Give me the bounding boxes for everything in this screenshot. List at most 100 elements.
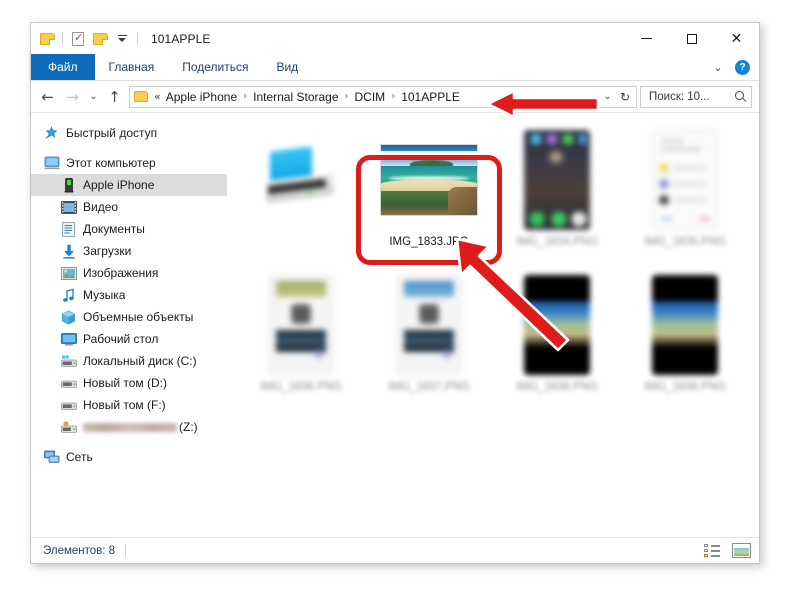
- quick-access-toolbar[interactable]: [36, 28, 142, 50]
- sidebar-item-apple-iphone[interactable]: Apple iPhone: [31, 174, 227, 196]
- breadcrumb-overflow[interactable]: «: [153, 90, 165, 103]
- maximize-button[interactable]: [669, 23, 714, 54]
- minimize-button[interactable]: [624, 23, 669, 54]
- tab-file[interactable]: Файл: [31, 54, 95, 80]
- sidebar-label: Рабочий стол: [83, 332, 159, 346]
- file-item[interactable]: IMG_1835.PNG: [621, 125, 749, 270]
- breadcrumb-separator-3[interactable]: ›: [386, 91, 400, 102]
- refresh-icon[interactable]: ↻: [617, 90, 633, 104]
- sidebar-item-new-volume-f[interactable]: Новый том (F:): [31, 394, 227, 416]
- sidebar-label: Локальный диск (C:): [83, 354, 197, 368]
- file-thumbnail: [493, 274, 621, 376]
- drive-icon: [60, 375, 77, 391]
- 3d-objects-icon: [60, 309, 77, 325]
- sidebar-label: Этот компьютер: [66, 156, 156, 170]
- pin-star-icon: [43, 125, 60, 141]
- up-button[interactable]: ↑: [102, 85, 127, 109]
- window-controls[interactable]: ✕: [624, 23, 759, 54]
- status-divider: [125, 544, 127, 557]
- sidebar-label: (Z:): [179, 420, 198, 434]
- redacted-drive-label: [83, 422, 177, 432]
- folder-icon[interactable]: [36, 28, 58, 50]
- sidebar-item-downloads[interactable]: Загрузки: [31, 240, 227, 262]
- sidebar-label: Объемные объекты: [83, 310, 194, 324]
- search-box[interactable]: Поиск: 10...: [640, 85, 752, 108]
- desktop-icon: [60, 331, 77, 347]
- title-bar: 101APPLE ✕: [31, 23, 759, 54]
- sidebar-item-local-disk-c[interactable]: Локальный диск (C:): [31, 350, 227, 372]
- search-icon[interactable]: [735, 91, 746, 102]
- sidebar-label: Сеть: [66, 450, 93, 464]
- sidebar-item-desktop[interactable]: Рабочий стол: [31, 328, 227, 350]
- sidebar-label: Apple iPhone: [83, 178, 155, 192]
- sidebar-item-quick-access[interactable]: Быстрый доступ: [31, 122, 227, 144]
- ribbon-right-controls: ⌄ ?: [710, 54, 755, 81]
- music-icon: [60, 287, 77, 303]
- sidebar-item-network-drive-z[interactable]: (Z:): [31, 416, 227, 438]
- sidebar-item-pictures[interactable]: Изображения: [31, 262, 227, 284]
- chevron-down-icon[interactable]: ⌄: [710, 61, 726, 74]
- file-item[interactable]: IMG_1837.PNG: [365, 270, 493, 415]
- address-bar[interactable]: « Apple iPhone › Internal Storage › DCIM…: [129, 85, 637, 108]
- sidebar-item-3d-objects[interactable]: Объемные объекты: [31, 306, 227, 328]
- sidebar-item-network[interactable]: Сеть: [31, 446, 227, 468]
- file-thumbnail: [365, 129, 493, 231]
- tab-home[interactable]: Главная: [95, 54, 169, 80]
- sidebar-item-music[interactable]: Музыка: [31, 284, 227, 306]
- navigation-pane: Быстрый доступ Этот компьютер Apple iPho…: [31, 113, 227, 537]
- breadcrumb-item-apple-iphone[interactable]: Apple iPhone: [165, 90, 238, 104]
- breadcrumb[interactable]: « Apple iPhone › Internal Storage › DCIM…: [153, 90, 461, 104]
- close-button[interactable]: ✕: [714, 23, 759, 54]
- address-bar-controls: ⌄ ↻: [600, 90, 633, 104]
- item-count-label: Элементов: 8: [43, 544, 116, 557]
- file-thumbnail: [493, 129, 621, 231]
- breadcrumb-separator-1[interactable]: ›: [238, 91, 252, 102]
- file-thumbnail: [237, 129, 365, 231]
- video-icon: [60, 199, 77, 215]
- sidebar-label: Загрузки: [83, 244, 132, 258]
- breadcrumb-item-internal-storage[interactable]: Internal Storage: [252, 90, 339, 104]
- help-icon[interactable]: ?: [735, 60, 750, 75]
- network-drive-icon: [60, 419, 77, 435]
- properties-icon[interactable]: [67, 28, 89, 50]
- sidebar-gap-1: [31, 144, 227, 152]
- breadcrumb-item-dcim[interactable]: DCIM: [354, 90, 387, 104]
- file-item[interactable]: IMG_1838.PNG: [493, 270, 621, 415]
- window-title: 101APPLE: [151, 31, 211, 46]
- file-name: IMG_1837.PNG: [388, 381, 470, 393]
- address-dropdown-icon[interactable]: ⌄: [600, 91, 615, 102]
- file-name: IMG_1839.PNG: [644, 381, 726, 393]
- tab-view[interactable]: Вид: [262, 54, 312, 80]
- file-item[interactable]: IMG_1834.PNG: [493, 125, 621, 270]
- qat-divider-2: [137, 32, 138, 45]
- file-item[interactable]: IMG_1839.PNG: [621, 270, 749, 415]
- breadcrumb-separator-2[interactable]: ›: [340, 91, 354, 102]
- file-item[interactable]: [237, 125, 365, 270]
- view-toggle-buttons[interactable]: [702, 542, 751, 559]
- file-list-pane[interactable]: IMG_1833.JPG IMG_1834.PNG IMG_1835.PNG I…: [227, 113, 759, 537]
- new-folder-icon[interactable]: [89, 28, 111, 50]
- file-name: IMG_1833.JPG: [389, 236, 469, 248]
- sidebar-item-documents[interactable]: Документы: [31, 218, 227, 240]
- recent-locations-icon[interactable]: ⌄: [85, 85, 102, 109]
- device-icon: [264, 146, 338, 211]
- qat-divider: [62, 32, 63, 45]
- file-item-img-1833[interactable]: IMG_1833.JPG: [365, 125, 493, 270]
- sidebar-item-video[interactable]: Видео: [31, 196, 227, 218]
- back-button[interactable]: ←: [35, 85, 60, 109]
- sidebar-label: Документы: [83, 222, 145, 236]
- breadcrumb-item-101apple[interactable]: 101APPLE: [400, 90, 461, 104]
- sidebar-item-this-pc[interactable]: Этот компьютер: [31, 152, 227, 174]
- file-item[interactable]: IMG_1836.PNG: [237, 270, 365, 415]
- file-thumbnail: [621, 129, 749, 231]
- file-explorer-window: 101APPLE ✕ Файл Главная Поделиться Вид ⌄…: [30, 22, 760, 564]
- tab-share[interactable]: Поделиться: [168, 54, 262, 80]
- documents-icon: [60, 221, 77, 237]
- forward-button[interactable]: →: [60, 85, 85, 109]
- large-icons-view-icon[interactable]: [731, 542, 751, 559]
- sidebar-gap-2: [31, 438, 227, 446]
- phone-screenshot-thumbnail: [652, 275, 718, 375]
- customize-dropdown-icon[interactable]: [111, 28, 133, 50]
- sidebar-item-new-volume-d[interactable]: Новый том (D:): [31, 372, 227, 394]
- details-view-icon[interactable]: [702, 542, 722, 559]
